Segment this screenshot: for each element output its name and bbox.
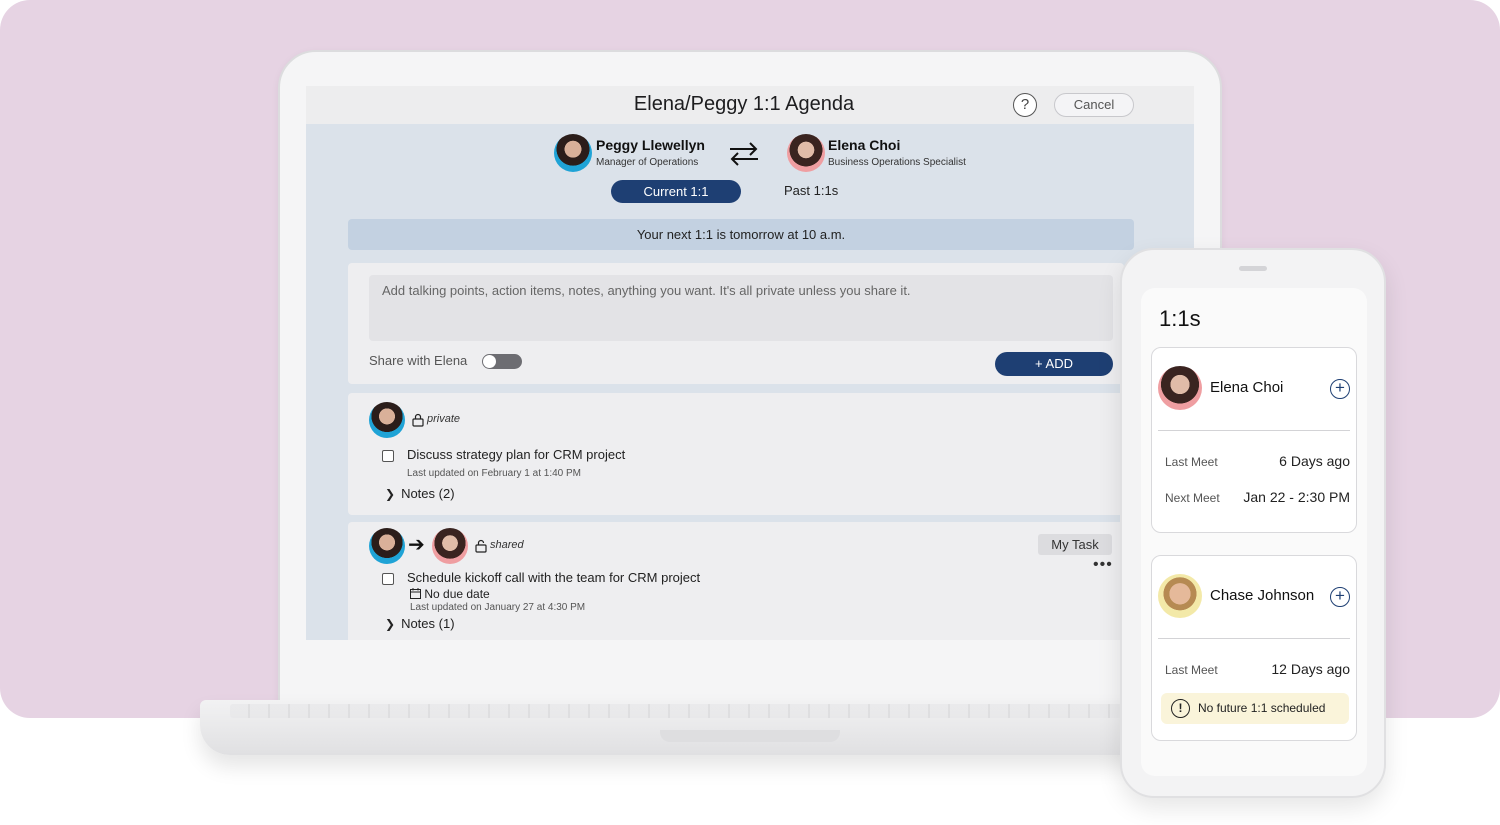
next-meet-value: Jan 22 - 2:30 PM: [1243, 489, 1350, 505]
task-text: Discuss strategy plan for CRM project: [407, 447, 626, 462]
stage: Elena/Peggy 1:1 Agenda ? Cancel Peggy Ll…: [0, 0, 1500, 825]
notes-label: Notes (2): [401, 486, 455, 501]
task-text: Schedule kickoff call with the team for …: [407, 570, 701, 585]
card-name: Elena Choi: [1210, 379, 1284, 396]
last-updated: Last updated on January 27 at 4:30 PM: [410, 602, 586, 613]
peggy-avatar: [554, 134, 592, 172]
last-meet-label: Last Meet: [1165, 663, 1218, 677]
plus-circle-icon[interactable]: +: [1330, 379, 1350, 399]
task-checkbox[interactable]: [382, 450, 394, 462]
due-date: No due date: [410, 587, 490, 601]
arrow-right-icon: ➔: [408, 534, 425, 556]
last-meet-label: Last Meet: [1165, 455, 1218, 469]
last-updated: Last updated on February 1 at 1:40 PM: [407, 468, 581, 479]
laptop-keyboard: [230, 704, 1270, 718]
composer: Add talking points, action items, notes,…: [348, 263, 1124, 384]
title-bar: Elena/Peggy 1:1 Agenda ? Cancel: [306, 86, 1194, 124]
toggle-knob: [483, 355, 496, 368]
card-name: Chase Johnson: [1210, 587, 1315, 604]
help-button[interactable]: ?: [1013, 93, 1037, 117]
no-meeting-warning: ! No future 1:1 scheduled: [1161, 693, 1349, 724]
page-title: Elena/Peggy 1:1 Agenda: [633, 93, 855, 115]
add-button[interactable]: + ADD: [995, 352, 1113, 376]
item-assignee-avatar: [432, 528, 468, 564]
cancel-button[interactable]: Cancel: [1054, 93, 1134, 117]
divider: [1158, 430, 1350, 431]
report-name: Elena Choi: [828, 137, 901, 153]
share-label: Share with Elena: [369, 353, 468, 368]
tab-current[interactable]: Current 1:1: [611, 180, 741, 203]
swap-arrows-icon[interactable]: [726, 140, 762, 168]
one-on-one-card[interactable]: Elena Choi + Last Meet 6 Days ago Next M…: [1151, 347, 1357, 533]
one-on-one-card[interactable]: Chase Johnson + Last Meet 12 Days ago ! …: [1151, 555, 1357, 741]
agenda-item: private Discuss strategy plan for CRM pr…: [348, 393, 1124, 515]
phone: 1:1s Elena Choi + Last Meet 6 Days ago N…: [1120, 248, 1386, 798]
my-task-badge: My Task: [1038, 534, 1112, 555]
chase-avatar: [1158, 574, 1202, 618]
laptop-notch: [660, 730, 840, 742]
plus-circle-icon[interactable]: +: [1330, 587, 1350, 607]
more-icon[interactable]: •••: [1093, 556, 1113, 574]
visibility-label: private: [427, 413, 461, 425]
notes-toggle[interactable]: ❯ Notes (1): [385, 616, 455, 631]
visibility-label: shared: [490, 539, 524, 551]
manager-name: Peggy Llewellyn: [596, 137, 705, 153]
unlock-icon: [475, 539, 487, 553]
phone-speaker: [1239, 266, 1267, 271]
task-checkbox[interactable]: [382, 573, 394, 585]
item-author-avatar: [369, 528, 405, 564]
notes-toggle[interactable]: ❯ Notes (2): [385, 486, 455, 501]
agenda-input[interactable]: Add talking points, action items, notes,…: [369, 275, 1113, 341]
phone-screen: 1:1s Elena Choi + Last Meet 6 Days ago N…: [1141, 288, 1367, 776]
chevron-right-icon: ❯: [385, 617, 396, 631]
chevron-right-icon: ❯: [385, 487, 396, 501]
lock-icon: [412, 413, 424, 427]
agenda-screen: Elena/Peggy 1:1 Agenda ? Cancel Peggy Ll…: [306, 86, 1194, 640]
item-author-avatar: [369, 402, 405, 438]
notes-label: Notes (1): [401, 616, 455, 631]
tab-past[interactable]: Past 1:1s: [784, 183, 838, 198]
last-meet-value: 12 Days ago: [1271, 661, 1350, 677]
due-date-label: No due date: [424, 587, 490, 601]
report-role: Business Operations Specialist: [828, 157, 966, 168]
divider: [1158, 638, 1350, 639]
elena-avatar: [787, 134, 825, 172]
agenda-item: ➔ shared My Task ••• Schedule kickoff ca…: [348, 522, 1124, 640]
phone-title: 1:1s: [1159, 306, 1201, 331]
elena-avatar: [1158, 366, 1202, 410]
share-toggle[interactable]: [482, 354, 522, 369]
next-meet-label: Next Meet: [1165, 491, 1220, 505]
next-meeting-banner: Your next 1:1 is tomorrow at 10 a.m.: [348, 219, 1134, 250]
warning-text: No future 1:1 scheduled: [1198, 701, 1326, 715]
last-meet-value: 6 Days ago: [1279, 453, 1350, 469]
manager-role: Manager of Operations: [596, 157, 699, 168]
calendar-icon: [410, 588, 421, 599]
warning-icon: !: [1171, 699, 1190, 718]
